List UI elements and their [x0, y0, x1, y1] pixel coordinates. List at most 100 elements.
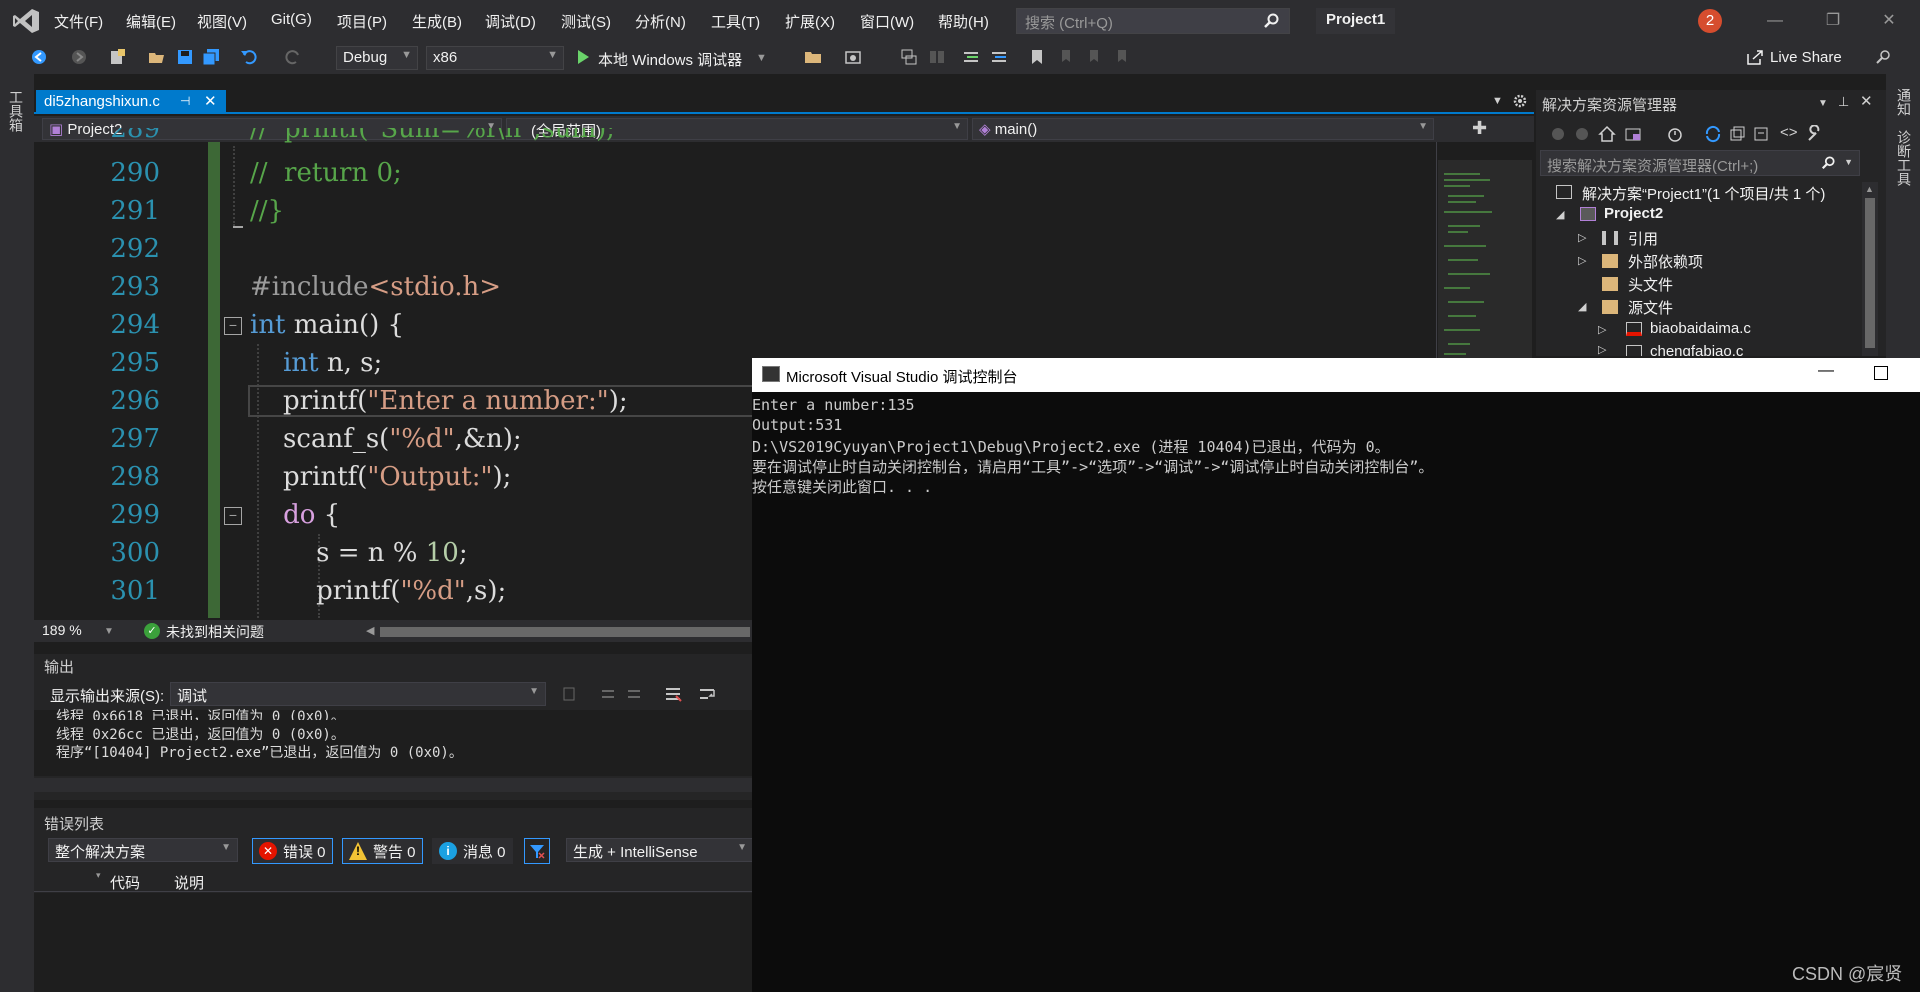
gear-icon[interactable] [1512, 93, 1528, 109]
menu-help[interactable]: 帮助(H) [938, 11, 989, 32]
split-editor-icon[interactable]: ✚ [1472, 118, 1487, 139]
notification-badge[interactable]: 2 [1698, 9, 1722, 33]
tree-item-source-files[interactable]: 源文件 [1628, 297, 1673, 318]
collapse-icon[interactable]: − [224, 317, 242, 335]
output-source-select[interactable]: 调试 ▼ [170, 682, 546, 706]
start-debugger-button[interactable]: 本地 Windows 调试器 [598, 49, 742, 70]
home-icon[interactable] [1598, 125, 1616, 143]
back-icon[interactable] [1550, 126, 1566, 142]
tab-list-dropdown-icon[interactable]: ▼ [1492, 95, 1503, 107]
console-maximize-icon[interactable] [1874, 366, 1888, 380]
solution-explorer-title[interactable]: 解决方案资源管理器 [1542, 94, 1677, 115]
notifications-tab[interactable]: 通知 [1894, 88, 1914, 116]
column-header-description[interactable]: 说明 [174, 872, 204, 893]
forward-icon[interactable] [1574, 126, 1590, 142]
clear-bookmarks-icon[interactable] [1112, 48, 1130, 66]
toolbox-tab[interactable]: 工具箱 [8, 90, 26, 132]
expand-arrow-icon[interactable]: ◢ [1578, 300, 1586, 313]
prev-bookmark-icon[interactable] [1056, 48, 1074, 66]
tree-item-file[interactable]: biaobaidaima.c [1650, 320, 1751, 337]
next-bookmark-icon[interactable] [1084, 48, 1102, 66]
clear-all-icon[interactable] [664, 686, 682, 702]
tree-item-references[interactable]: 引用 [1628, 228, 1658, 249]
menu-view[interactable]: 视图(V) [197, 11, 247, 32]
menu-analyze[interactable]: 分析(N) [635, 11, 686, 32]
live-share-button[interactable]: Live Share [1770, 49, 1842, 66]
errors-filter-button[interactable]: ✕ 错误 0 [252, 838, 333, 864]
expand-arrow-icon[interactable]: ◢ [1556, 208, 1564, 221]
error-scope-select[interactable]: 整个解决方案 ▼ [48, 838, 238, 862]
messages-filter-button[interactable]: i 消息 0 [432, 838, 513, 864]
column-header-code[interactable]: 代码 [110, 872, 140, 893]
pin-icon[interactable]: ⊣ [180, 94, 190, 108]
collapsed-arrow-icon[interactable]: ▷ [1578, 254, 1586, 267]
menu-project[interactable]: 项目(P) [337, 11, 387, 32]
error-list-title[interactable]: 错误列表 [44, 813, 104, 834]
sync-icon[interactable] [1704, 125, 1722, 143]
find-message-icon[interactable] [562, 686, 578, 702]
switch-views-icon[interactable] [1624, 125, 1642, 143]
search-input[interactable]: 搜索 (Ctrl+Q) [1016, 8, 1290, 34]
redo-icon[interactable] [284, 48, 302, 66]
configuration-select[interactable]: Debug ▼ [336, 46, 418, 70]
menu-debug[interactable]: 调试(D) [485, 11, 536, 32]
menu-tools[interactable]: 工具(T) [711, 11, 760, 32]
forward-icon[interactable] [70, 48, 88, 66]
close-icon[interactable]: ✕ [1878, 10, 1900, 32]
collapse-all-icon[interactable] [1728, 125, 1746, 143]
menu-file[interactable]: 文件(F) [54, 11, 103, 32]
platform-select[interactable]: x86 ▼ [426, 46, 564, 70]
restore-icon[interactable]: ❐ [1822, 10, 1844, 32]
issues-status[interactable]: 未找到相关问题 [166, 622, 264, 642]
step-icon[interactable] [900, 48, 918, 66]
menu-git[interactable]: Git(G) [271, 11, 312, 28]
collapsed-arrow-icon[interactable]: ▷ [1598, 343, 1606, 356]
warnings-filter-button[interactable]: ! 警告 0 [342, 838, 423, 864]
tree-item-external-deps[interactable]: 外部依赖项 [1628, 251, 1703, 272]
menu-test[interactable]: 测试(S) [561, 11, 611, 32]
comment-out-icon[interactable] [962, 48, 980, 66]
tree-item-project[interactable]: Project2 [1604, 205, 1663, 222]
pending-changes-icon[interactable] [1666, 125, 1684, 143]
horizontal-scrollbar[interactable] [380, 627, 750, 637]
output-panel-title[interactable]: 输出 [44, 656, 74, 677]
back-icon[interactable] [30, 48, 48, 66]
folder-icon[interactable] [804, 48, 822, 66]
member-nav-select[interactable]: ◈ main() ▼ [972, 118, 1434, 140]
chevron-down-icon[interactable]: ▼ [104, 626, 114, 637]
collapse-icon[interactable]: − [224, 507, 242, 525]
tree-item-file[interactable]: chengfabiao.c [1650, 343, 1743, 356]
save-all-icon[interactable] [202, 48, 220, 66]
solution-scroll-thumb[interactable] [1865, 198, 1875, 348]
document-tab[interactable]: di5zhangshixun.c [36, 90, 226, 114]
open-file-icon[interactable] [148, 48, 166, 66]
chevron-down-icon[interactable]: ▼ [1844, 157, 1853, 167]
feedback-icon[interactable] [1874, 48, 1892, 66]
code-view-icon[interactable]: <> [1780, 124, 1798, 141]
collapsed-arrow-icon[interactable]: ▷ [1578, 231, 1586, 244]
word-wrap-icon[interactable] [698, 686, 718, 702]
pin-icon[interactable]: ⊥ [1838, 94, 1849, 110]
prev-message-icon[interactable] [600, 686, 616, 702]
menu-window[interactable]: 窗口(W) [860, 11, 914, 32]
zoom-level-select[interactable]: 189 % [42, 622, 82, 638]
menu-extensions[interactable]: 扩展(X) [785, 11, 835, 32]
chevron-down-icon[interactable]: ▼ [1818, 98, 1828, 109]
menu-build[interactable]: 生成(B) [412, 11, 462, 32]
minimize-icon[interactable]: — [1764, 10, 1786, 32]
chevron-down-icon[interactable]: ▼ [756, 52, 767, 64]
build-filter-select[interactable]: 生成 + IntelliSense ▼ [566, 838, 754, 862]
scroll-left-icon[interactable]: ◀ [366, 624, 374, 637]
bookmark-icon[interactable] [1028, 48, 1046, 66]
output-horizontal-scrollbar[interactable] [34, 778, 754, 792]
start-debug-icon[interactable] [574, 48, 592, 66]
diagnostic-tools-tab[interactable]: 诊断工具 [1894, 130, 1914, 186]
menu-edit[interactable]: 编辑(E) [126, 11, 176, 32]
collapsed-arrow-icon[interactable]: ▷ [1598, 323, 1606, 336]
tree-item-solution[interactable]: 解决方案“Project1”(1 个项目/共 1 个) [1582, 183, 1825, 204]
screenshot-icon[interactable] [844, 48, 862, 66]
show-all-files-icon[interactable] [1752, 125, 1770, 143]
close-icon[interactable]: ✕ [1860, 92, 1873, 110]
new-item-icon[interactable] [108, 48, 126, 66]
filter-button[interactable] [524, 838, 550, 864]
